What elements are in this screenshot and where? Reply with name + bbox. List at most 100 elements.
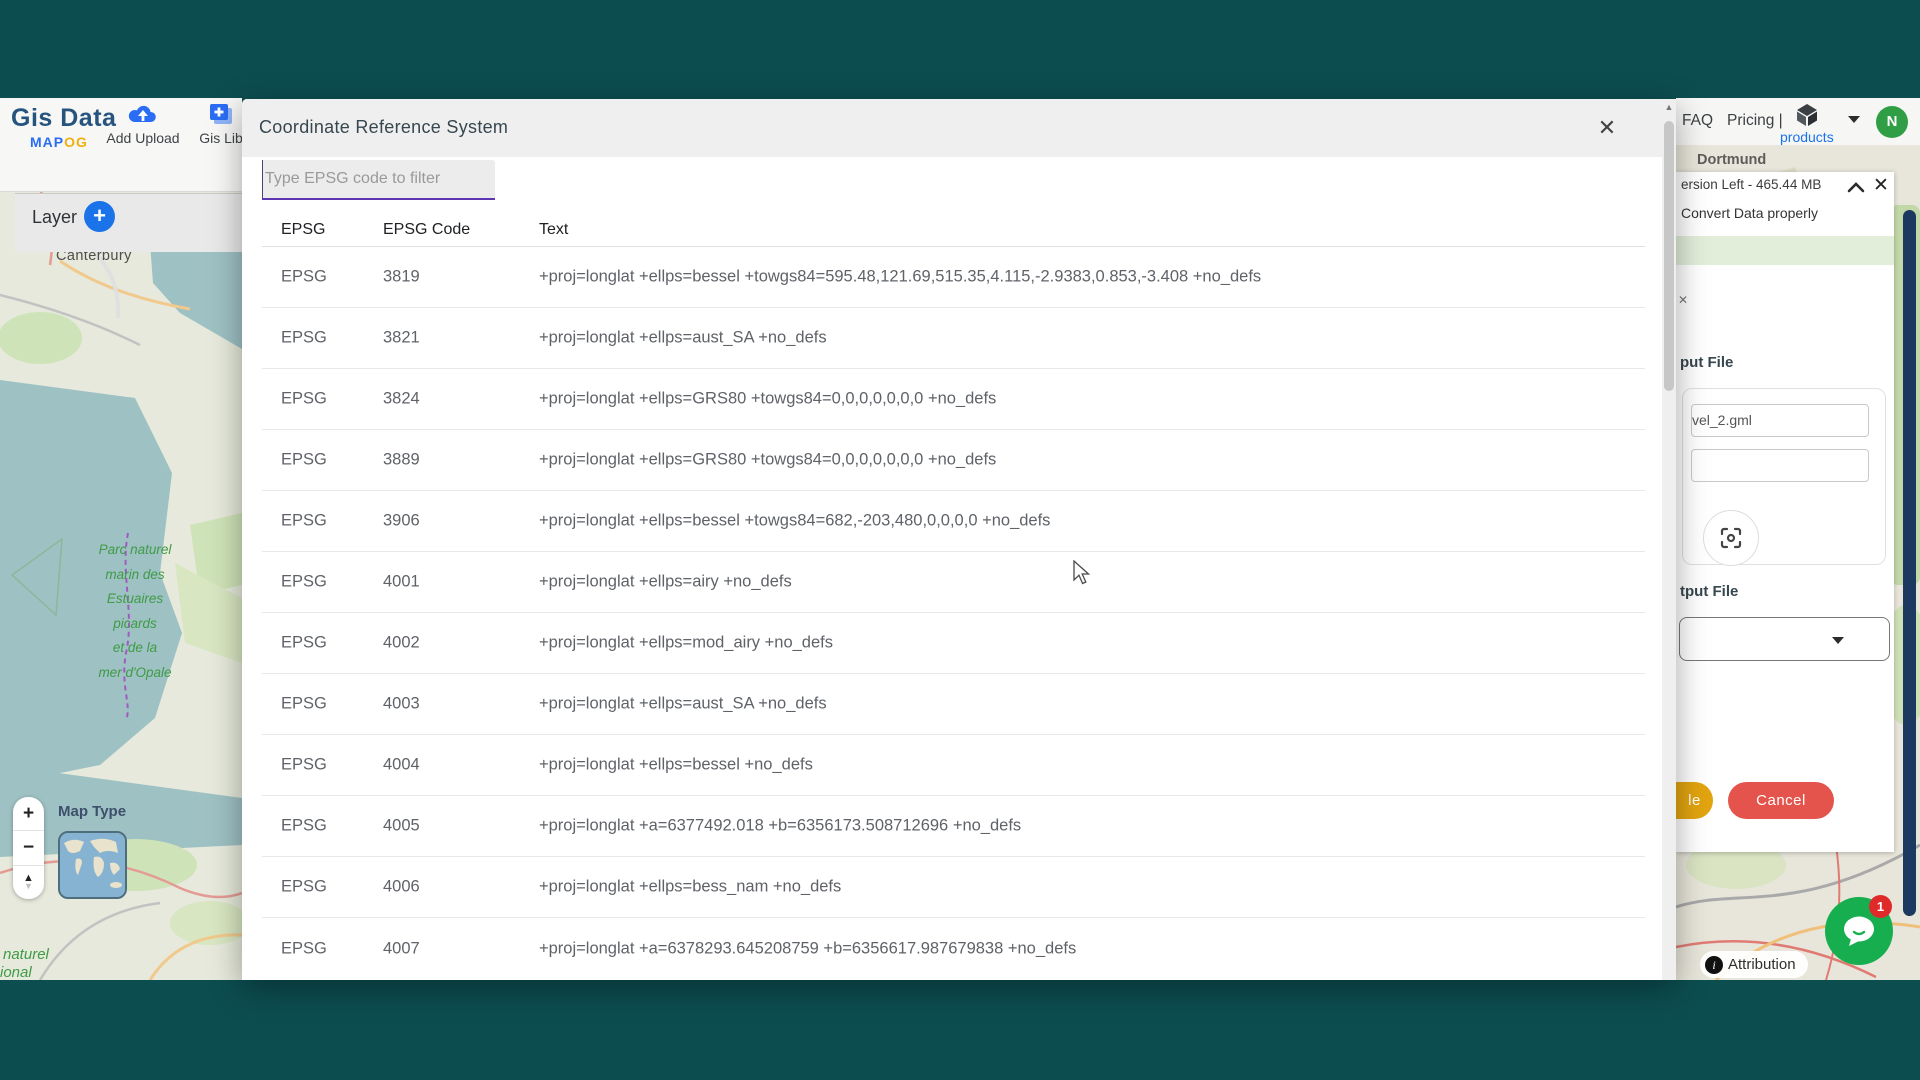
panel-close-icon[interactable]: ✕ xyxy=(1873,174,1889,197)
crs-authority: EPSG xyxy=(281,756,327,775)
nav-pricing[interactable]: Pricing | xyxy=(1727,112,1783,130)
input-file-card: vel_2.gml xyxy=(1682,388,1886,565)
crs-authority: EPSG xyxy=(281,878,327,897)
output-file-label: tput File xyxy=(1680,583,1738,600)
column-epsg-code: EPSG Code xyxy=(383,221,470,239)
scrollbar-up-icon[interactable]: ▲ xyxy=(1662,102,1676,112)
chat-bubble-icon xyxy=(1841,915,1877,947)
crs-authority: EPSG xyxy=(281,268,327,287)
table-row[interactable]: EPSG 4005 +proj=longlat +a=6377492.018 +… xyxy=(262,796,1645,857)
table-row[interactable]: EPSG 4007 +proj=longlat +a=6378293.64520… xyxy=(262,918,1645,979)
status-strip xyxy=(1676,236,1894,265)
crs-text: +proj=longlat +ellps=bessel +no_defs xyxy=(539,756,813,775)
panel-subtitle: Convert Data properly xyxy=(1681,205,1818,221)
table-row[interactable]: EPSG 3906 +proj=longlat +ellps=bessel +t… xyxy=(262,491,1645,552)
zoom-in-button[interactable]: + xyxy=(13,797,44,830)
crs-text: +proj=longlat +ellps=aust_SA +no_defs xyxy=(539,329,827,348)
crs-code: 3889 xyxy=(383,451,420,470)
app-logo-sub[interactable]: MAPOG xyxy=(30,134,88,150)
table-row[interactable]: EPSG 3821 +proj=longlat +ellps=aust_SA +… xyxy=(262,308,1645,369)
chevron-up-icon[interactable] xyxy=(1846,180,1866,194)
map-type-label: Map Type xyxy=(58,803,126,820)
nav-products[interactable]: products xyxy=(1780,129,1834,145)
map-type-thumbnail[interactable] xyxy=(58,831,127,899)
crs-code: 3821 xyxy=(383,329,420,348)
products-cube-icon[interactable] xyxy=(1794,102,1820,128)
table-row[interactable]: EPSG 4004 +proj=longlat +ellps=bessel +n… xyxy=(262,735,1645,796)
mouse-cursor xyxy=(1072,560,1092,586)
navbar-right: FAQ Pricing | products N xyxy=(1676,98,1920,145)
cancel-button[interactable]: Cancel xyxy=(1728,782,1834,819)
user-avatar[interactable]: N xyxy=(1876,106,1908,138)
letterbox-top xyxy=(0,0,1920,98)
table-row[interactable]: EPSG 4002 +proj=longlat +ellps=mod_airy … xyxy=(262,613,1645,674)
table-row[interactable]: EPSG 3889 +proj=longlat +ellps=GRS80 +to… xyxy=(262,430,1645,491)
arrow-down-icon: ▼ xyxy=(24,882,33,890)
focus-button[interactable] xyxy=(1703,510,1759,566)
map-label-dortmund: Dortmund xyxy=(1697,152,1766,168)
conversion-panel: ersion Left - 465.44 MB ✕ Convert Data p… xyxy=(1676,172,1894,852)
crs-text: +proj=longlat +ellps=bess_nam +no_defs xyxy=(539,878,841,897)
modal-close-icon[interactable]: ✕ xyxy=(1592,113,1622,143)
crs-text: +proj=longlat +ellps=airy +no_defs xyxy=(539,573,792,592)
crs-text: +proj=longlat +ellps=bessel +towgs84=595… xyxy=(539,268,1261,287)
info-icon: i xyxy=(1705,956,1723,974)
table-row[interactable]: EPSG 3824 +proj=longlat +ellps=GRS80 +to… xyxy=(262,369,1645,430)
crs-authority: EPSG xyxy=(281,573,327,592)
add-layer-button[interactable]: + xyxy=(84,201,115,232)
input-file-label: put File xyxy=(1680,354,1733,371)
world-map-icon xyxy=(60,833,125,897)
crs-authority: EPSG xyxy=(281,634,327,653)
chip-close-icon[interactable]: ✕ xyxy=(1678,293,1688,307)
crs-modal: Coordinate Reference System ✕ EPSG EPSG … xyxy=(242,99,1676,980)
crs-code: 4005 xyxy=(383,817,420,836)
table-row[interactable]: EPSG 3819 +proj=longlat +ellps=bessel +t… xyxy=(262,247,1645,308)
add-upload-button[interactable]: Add Upload xyxy=(104,102,182,146)
chevron-down-icon[interactable] xyxy=(1848,116,1860,123)
letterbox-bottom xyxy=(0,980,1920,1080)
crs-authority: EPSG xyxy=(281,512,327,531)
conversion-header: ersion Left - 465.44 MB xyxy=(1681,177,1821,192)
crs-code: 4007 xyxy=(383,939,420,958)
map-zoom-control: + − ▲ ▼ xyxy=(13,797,44,899)
table-row[interactable]: EPSG 4001 +proj=longlat +ellps=airy +no_… xyxy=(262,552,1645,613)
crs-text: +proj=longlat +ellps=mod_airy +no_defs xyxy=(539,634,833,653)
output-format-select[interactable] xyxy=(1679,617,1890,661)
attribution-button[interactable]: i Attribution xyxy=(1700,951,1808,978)
layer-panel: Layer + xyxy=(15,193,242,252)
gis-lib-button[interactable]: Gis Lib xyxy=(196,102,246,146)
scrollbar-thumb[interactable] xyxy=(1664,121,1674,391)
crs-authority: EPSG xyxy=(281,451,327,470)
crs-text: +proj=longlat +ellps=GRS80 +towgs84=0,0,… xyxy=(539,451,996,470)
map-label-park: Parc naturel marin des Estuaires picards… xyxy=(50,538,220,685)
epsg-filter-field xyxy=(262,160,495,200)
pan-control[interactable]: ▲ ▼ xyxy=(13,866,44,899)
crs-code: 4002 xyxy=(383,634,420,653)
table-row[interactable]: EPSG 4006 +proj=longlat +ellps=bess_nam … xyxy=(262,857,1645,918)
crs-text: +proj=longlat +ellps=bessel +towgs84=682… xyxy=(539,512,1050,531)
modal-title: Coordinate Reference System xyxy=(259,117,508,138)
crs-code: 3824 xyxy=(383,390,420,409)
app-logo[interactable]: Gis Data xyxy=(11,104,116,133)
crs-text: +proj=longlat +a=6378293.645208759 +b=63… xyxy=(539,939,1076,958)
screen: Canterbury Parc naturel marin des Estuai… xyxy=(0,0,1920,1080)
table-row[interactable]: EPSG 4003 +proj=longlat +ellps=aust_SA +… xyxy=(262,674,1645,735)
crs-code: 4006 xyxy=(383,878,420,897)
crs-code: 4003 xyxy=(383,695,420,714)
crs-authority: EPSG xyxy=(281,939,327,958)
table-header-row: EPSG EPSG Code Text xyxy=(262,210,1645,247)
crs-code: 3906 xyxy=(383,512,420,531)
convert-button[interactable]: le xyxy=(1676,782,1713,819)
crs-text: +proj=longlat +a=6377492.018 +b=6356173.… xyxy=(539,817,1021,836)
input-file-name[interactable]: vel_2.gml xyxy=(1691,404,1869,437)
crs-authority: EPSG xyxy=(281,329,327,348)
crs-authority: EPSG xyxy=(281,695,327,714)
crs-code: 4004 xyxy=(383,756,420,775)
modal-header: Coordinate Reference System ✕ xyxy=(242,99,1676,157)
page-scrollbar[interactable] xyxy=(1903,210,1916,916)
modal-scrollbar[interactable]: ▲ xyxy=(1662,99,1676,980)
epsg-filter-input[interactable] xyxy=(262,160,495,198)
input-file-secondary[interactable] xyxy=(1691,449,1869,482)
nav-faq[interactable]: FAQ xyxy=(1682,112,1713,130)
zoom-out-button[interactable]: − xyxy=(13,831,44,864)
